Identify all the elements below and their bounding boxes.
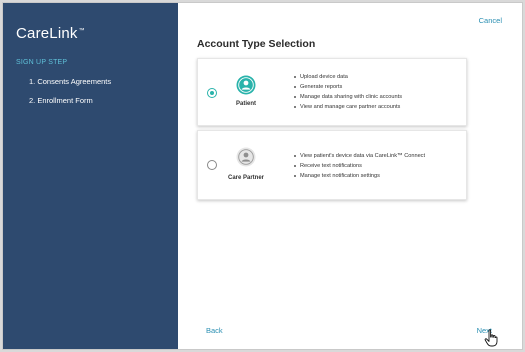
- cancel-link[interactable]: Cancel: [479, 16, 502, 25]
- back-button[interactable]: Back: [206, 326, 223, 335]
- feature-item: Manage text notification settings: [294, 171, 425, 181]
- main-panel: Cancel Account Type Selection Patient Up…: [178, 3, 522, 349]
- patient-label: Patient: [235, 101, 256, 107]
- feature-item: Receive text notifications: [294, 161, 425, 171]
- care-partner-feature-list: View patient's device data via CareLink™…: [294, 151, 425, 181]
- step-enrollment-form: 2. Enrollment Form: [29, 96, 93, 105]
- option-card-care-partner[interactable]: Care Partner View patient's device data …: [197, 130, 467, 200]
- feature-item: Manage data sharing with clinic accounts: [294, 92, 402, 102]
- person-icon: [236, 75, 256, 95]
- feature-item: Upload device data: [294, 72, 402, 82]
- option-card-patient[interactable]: Patient Upload device data Generate repo…: [197, 58, 467, 126]
- brand-name: CareLink: [16, 25, 78, 42]
- brand-logo: CareLink™: [16, 25, 85, 42]
- care-partner-radio[interactable]: [207, 160, 217, 170]
- brand-trademark: ™: [78, 28, 85, 34]
- mouse-pointer-icon: [484, 329, 498, 352]
- page-title: Account Type Selection: [197, 38, 316, 50]
- step-consents-agreements: 1. Consents Agreements: [29, 77, 112, 86]
- sidebar: CareLink™ SIGN UP STEP 1. Consents Agree…: [3, 3, 178, 349]
- patient-radio[interactable]: [207, 88, 217, 98]
- feature-item: View patient's device data via CareLink™…: [294, 151, 425, 161]
- person-icon: [236, 147, 256, 167]
- enrollment-window: CareLink™ SIGN UP STEP 1. Consents Agree…: [2, 2, 523, 350]
- sign-up-step-heading: SIGN UP STEP: [16, 59, 68, 66]
- patient-feature-list: Upload device data Generate reports Mana…: [294, 72, 402, 112]
- care-partner-label: Care Partner: [227, 175, 265, 181]
- feature-item: Generate reports: [294, 82, 402, 92]
- feature-item: View and manage care partner accounts: [294, 102, 402, 112]
